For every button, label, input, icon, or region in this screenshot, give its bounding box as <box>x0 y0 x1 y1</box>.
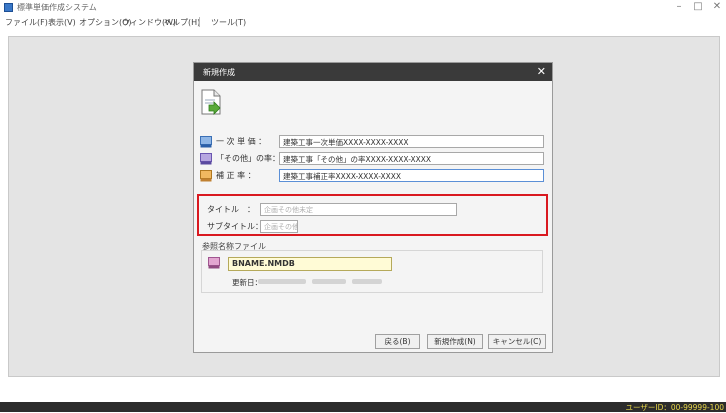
cancel-button[interactable]: キャンセル(C) <box>488 334 546 349</box>
field-row-primary-unit-price: 一 次 単 価 ： 建築工事一次単価XXXX-XXXX-XXXX <box>200 135 545 149</box>
menu-view[interactable]: 表示(V) <box>48 17 76 28</box>
menu-help[interactable]: ヘルプ(H) <box>164 17 200 28</box>
menu-tools[interactable]: ツール(T) <box>211 17 246 28</box>
dialog-title: 新規作成 <box>203 68 235 77</box>
database-icon <box>208 257 220 269</box>
field-row-other-rate: 「その他」の率： 建築工事「その他」の率XXXX-XXXX-XXXX <box>200 152 545 166</box>
dialog-close-button[interactable]: ✕ <box>537 65 546 78</box>
back-button[interactable]: 戻る(B) <box>375 334 420 349</box>
redacted-date <box>258 279 306 284</box>
app-title: 標準単価作成システム <box>17 3 97 12</box>
correction-rate-input[interactable]: 建築工事補正率XXXX-XXXX-XXXX <box>279 169 544 182</box>
reference-file-group: BNAME.NMDB 更新日： <box>201 250 543 293</box>
title-highlight-box: タイトル ： 企画その他未定 サブタイトル： 企画その他未定 <box>197 194 548 236</box>
user-id-text: ユーザーID：00-99999-100 <box>625 403 724 412</box>
close-window-button[interactable]: ✕ <box>710 1 724 12</box>
redacted-date <box>312 279 346 284</box>
new-document-icon <box>201 89 221 115</box>
database-icon <box>200 170 212 182</box>
database-icon <box>200 153 212 165</box>
app-icon <box>4 3 13 12</box>
reference-file-input[interactable]: BNAME.NMDB <box>228 257 392 271</box>
subtitle-input[interactable]: 企画その他未定 <box>260 220 298 233</box>
maximize-button[interactable]: □ <box>691 1 705 12</box>
other-rate-input[interactable]: 建築工事「その他」の率XXXX-XXXX-XXXX <box>279 152 544 165</box>
field-label: 「その他」の率： <box>216 154 280 163</box>
subtitle-label: サブタイトル： <box>207 222 263 231</box>
menu-bar: ファイル(F) 表示(V) オプション(O) ウィンドウ(W) ヘルプ(H) ツ… <box>0 15 726 29</box>
database-icon <box>200 136 212 148</box>
field-label: 一 次 単 価 ： <box>216 137 267 146</box>
status-bar: ユーザーID：00-99999-100 <box>0 402 726 412</box>
title-input[interactable]: 企画その他未定 <box>260 203 457 216</box>
field-row-correction-rate: 補 正 率 ： 建築工事補正率XXXX-XXXX-XXXX <box>200 169 545 183</box>
field-label: 補 正 率 ： <box>216 171 256 180</box>
minimize-button[interactable]: – <box>672 1 686 12</box>
window-titlebar: 標準単価作成システム – □ ✕ <box>0 0 726 15</box>
dialog-header: 新規作成 ✕ <box>194 63 552 81</box>
create-new-button[interactable]: 新規作成(N) <box>427 334 483 349</box>
title-label: タイトル ： <box>207 205 255 214</box>
new-create-dialog: 新規作成 ✕ 一 次 単 価 ： 建築工事一次単価XXXX-XXXX-XXXX … <box>193 62 553 353</box>
menu-file[interactable]: ファイル(F) <box>5 17 48 28</box>
redacted-date <box>352 279 382 284</box>
menu-separator <box>199 17 200 27</box>
primary-unit-price-input[interactable]: 建築工事一次単価XXXX-XXXX-XXXX <box>279 135 544 148</box>
